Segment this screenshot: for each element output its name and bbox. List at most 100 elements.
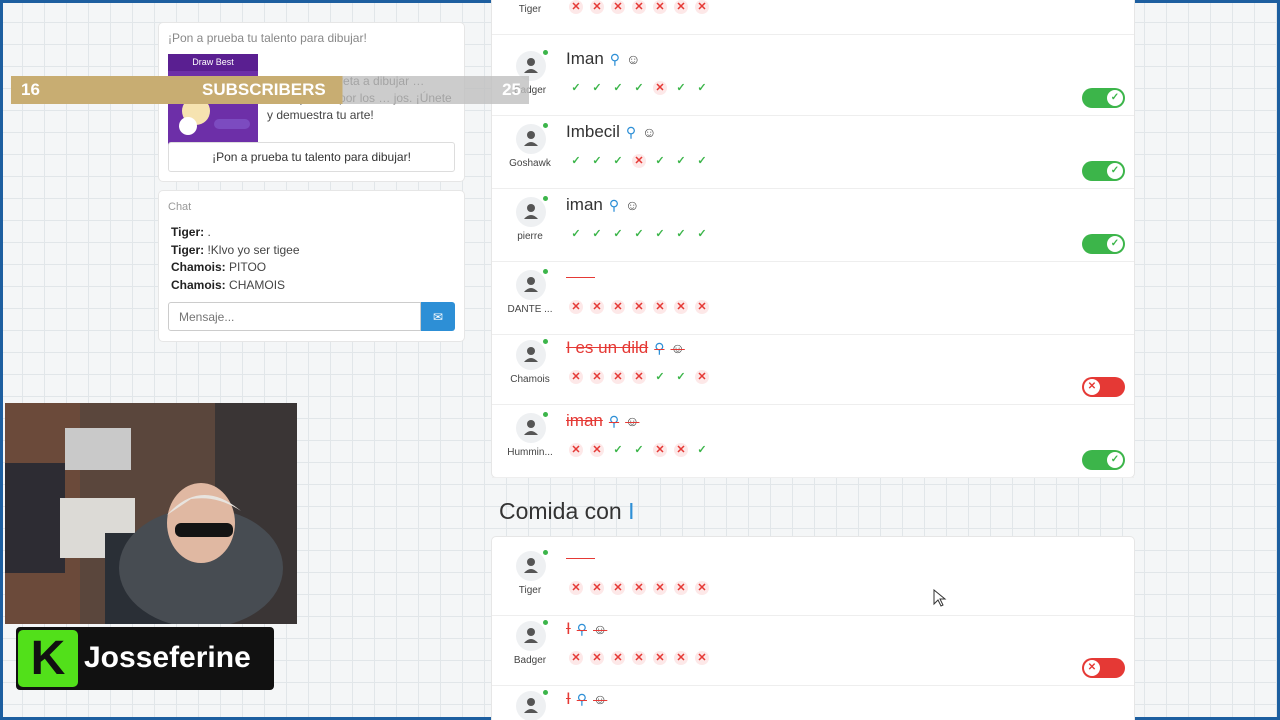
emoji-reaction-icon[interactable]: ☺ [593,691,607,707]
promo-title: ¡Pon a prueba tu talento para dibujar! [168,31,367,45]
user-icon [524,420,538,435]
cross-icon: ✕ [695,370,709,384]
check-icon: ✓ [655,228,665,240]
cross-icon: ✕ [590,651,604,665]
check-icon: ✓ [634,82,644,94]
player-answer-row: Goshawk Imbecil ⚲ ☺ ✓ ✓ ✓ ✕ ✓ ✓ ✓ ✓ [492,116,1134,189]
avatar [516,340,546,370]
emoji-reaction-icon[interactable]: ☺ [593,621,607,637]
emoji-reaction-icon[interactable]: ☺ [642,124,656,140]
subscriber-goal: 25 [502,80,521,99]
player-name: Hummin... [507,447,553,458]
cross-icon: ✕ [695,0,709,14]
chat-message: Chamois: CHAMOIS [171,277,300,295]
vote-toggle[interactable]: ✓ [1082,450,1125,470]
emoji-reaction-icon[interactable]: ☺ [626,51,640,67]
answer-text: I es un dild [566,338,649,357]
cross-icon: ✕ [695,581,709,595]
check-icon: ✓ [592,228,602,240]
answers-board-1: Tiger ✕ ✕ ✕ ✕ ✕ ✕ ✕ Badger Iman ⚲ ☺ ✓ ✓ ✓ ✓ ✕ ✓ ✓ ✓ Goshawk I… [492,0,1134,478]
cross-icon: ✕ [674,300,688,314]
online-status-dot [543,50,548,55]
chat-message-input[interactable] [168,302,421,331]
chat-message: Tiger: !Klvo yo ser tigee [171,242,300,260]
cross-icon: ✕ [653,300,667,314]
player-name: Tiger [518,4,542,15]
cross-icon: ✕ [632,300,646,314]
chat-send-button[interactable]: ✉ [421,302,455,331]
search-icon[interactable]: ⚲ [609,413,619,429]
player-name: Tiger [518,585,542,596]
cross-icon: ✕ [611,651,625,665]
user-icon [524,628,538,643]
cross-icon: ✕ [590,581,604,595]
cross-icon: ✕ [632,0,646,14]
search-icon[interactable]: ⚲ [577,621,587,637]
cross-icon: ✕ [611,370,625,384]
cross-icon: ✕ [674,0,688,14]
check-icon: ✓ [697,228,707,240]
user-icon [524,277,538,292]
emoji-reaction-icon[interactable]: ☺ [625,413,639,429]
search-icon[interactable]: ⚲ [626,124,636,140]
empty-answer-dash [566,277,595,278]
vote-toggle[interactable]: ✕ [1082,658,1125,678]
vote-marks: ✓ ✓ ✓ ✓ ✓ ✓ ✓ [569,227,709,241]
cross-icon: ✕ [632,154,646,168]
check-icon: ✓ [613,444,623,456]
channel-brand: K Josseferine [16,627,274,690]
search-icon[interactable]: ⚲ [610,51,620,67]
chat-text: . [204,225,211,239]
check-icon: ✓ [1107,236,1123,252]
emoji-reaction-icon[interactable]: ☺ [671,340,685,356]
vote-toggle[interactable]: ✓ [1082,161,1125,181]
promo-cta-button[interactable]: ¡Pon a prueba tu talento para dibujar! [168,142,455,172]
avatar [516,124,546,154]
vote-marks: ✕ ✕ ✕ ✕ ✕ ✕ ✕ [569,0,709,14]
vote-toggle[interactable]: ✓ [1082,88,1125,108]
search-icon[interactable]: ⚲ [654,340,664,356]
vote-marks: ✕ ✕ ✕ ✕ ✓ ✓ ✕ [569,370,709,384]
answers-board-2: Tiger ✕ ✕ ✕ ✕ ✕ ✕ ✕ Badger I ⚲ ☺ ✕ ✕ ✕ ✕ ✕ ✕ ✕ ✕ I ⚲ ☺ [492,537,1134,720]
cross-icon: ✕ [569,370,583,384]
cross-icon: ✕ [569,300,583,314]
player-answer-row: pierre iman ⚲ ☺ ✓ ✓ ✓ ✓ ✓ ✓ ✓ ✓ [492,189,1134,262]
player-answer: I es un dild ⚲ ☺ [566,338,685,358]
search-icon[interactable]: ⚲ [609,197,619,213]
chat-text: PITOO [225,260,267,274]
check-icon: ✓ [1107,452,1123,468]
chat-panel: Chat Tiger: . Tiger: !Klvo yo ser tigee … [159,191,464,341]
chat-messages: Tiger: . Tiger: !Klvo yo ser tigee Chamo… [171,224,300,294]
cross-icon: ✕ [695,300,709,314]
check-icon: ✓ [1107,163,1123,179]
vote-toggle[interactable]: ✕ [1082,377,1125,397]
check-icon: ✓ [1107,90,1123,106]
search-icon[interactable]: ⚲ [577,691,587,707]
vote-toggle[interactable]: ✓ [1082,234,1125,254]
cross-icon: ✕ [674,443,688,457]
mouse-cursor-icon [933,589,947,607]
promo-badge-label: Draw Best [168,54,258,71]
cross-icon: ✕ [632,370,646,384]
avatar [516,691,546,720]
webcam-feed [5,403,297,624]
answer-text: I [566,619,571,638]
online-status-dot [543,339,548,344]
cross-icon: ✕ [653,81,667,95]
check-icon: ✓ [592,155,602,167]
emoji-reaction-icon[interactable]: ☺ [625,197,639,213]
player-name: DANTE ... [507,304,553,315]
chat-user: Chamois: [171,277,226,292]
answer-text: iman [566,195,603,214]
answer-text: Iman [566,49,604,68]
cross-icon: ✕ [632,581,646,595]
player-answer-row: Badger Iman ⚲ ☺ ✓ ✓ ✓ ✓ ✕ ✓ ✓ ✓ [492,43,1134,116]
chat-title: Chat [168,201,192,213]
user-icon [524,698,538,713]
cross-icon: ✕ [590,300,604,314]
online-status-dot [543,196,548,201]
cross-icon: ✕ [590,370,604,384]
check-icon: ✓ [655,371,665,383]
kick-logo-icon: K [18,630,78,687]
player-answer-row: Hummin... iman ⚲ ☺ ✕ ✕ ✓ ✓ ✕ ✕ ✓ ✓ [492,405,1134,478]
